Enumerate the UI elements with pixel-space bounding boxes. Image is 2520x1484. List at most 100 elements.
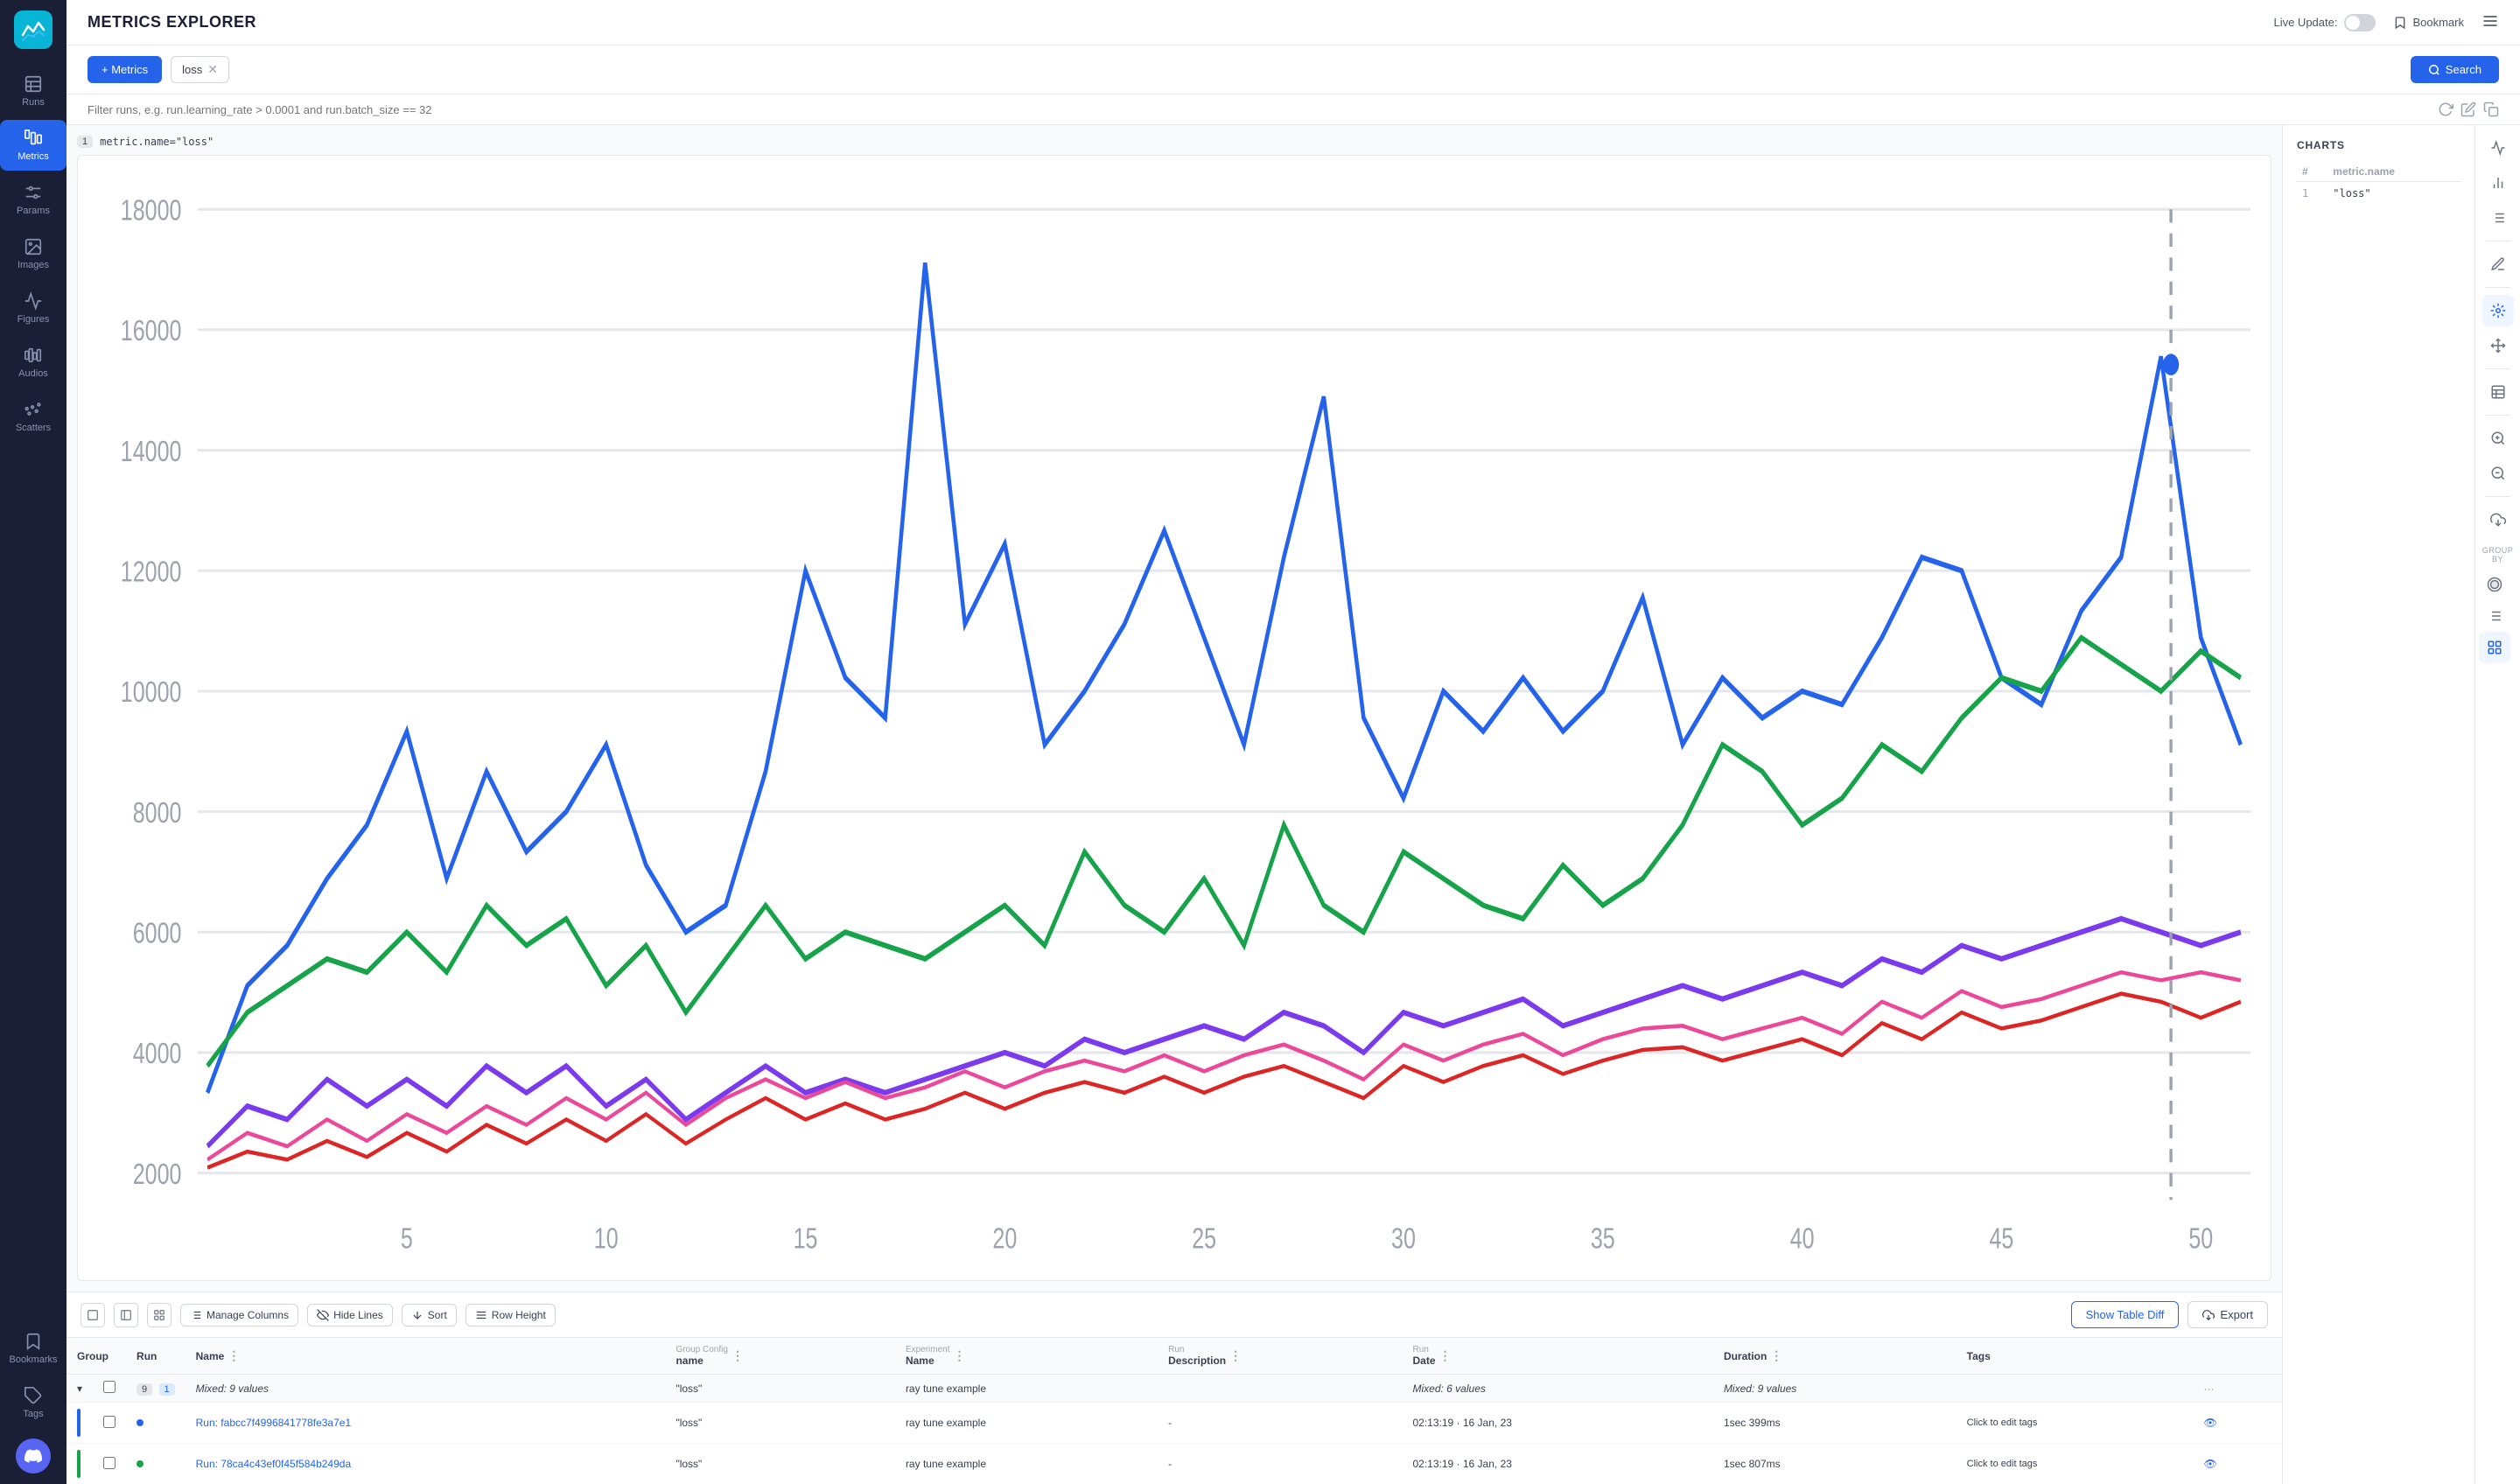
left-panel: 1 metric.name="loss" [66, 125, 2282, 1484]
add-metrics-button[interactable]: + Metrics [88, 56, 162, 83]
chart-header: 1 metric.name="loss" [77, 136, 2272, 148]
download-button[interactable] [2482, 504, 2514, 536]
row-1-eye-icon: 👁 [2203, 1458, 2216, 1470]
charts-col-num: # [2297, 162, 2328, 182]
sidebar-item-bookmarks[interactable]: Bookmarks [2, 1323, 64, 1374]
bookmark-button[interactable]: Bookmark [2393, 16, 2464, 30]
zoom-out-button[interactable] [2482, 458, 2514, 489]
rt-divider-1 [2486, 241, 2510, 242]
chart-container[interactable]: 18000 16000 14000 12000 10000 8000 6000 … [77, 155, 2272, 1281]
table-row: Run: 78ca4c43ef0f45f584b249da "loss" ray… [66, 1444, 2282, 1479]
header-actions: Live Update: Bookmark [2273, 12, 2499, 32]
chart-row-metric: "loss" [2328, 182, 2460, 206]
group-description [1158, 1375, 1402, 1403]
svg-text:4000: 4000 [133, 1038, 182, 1070]
col-group-config-menu[interactable]: ⋮ [732, 1348, 744, 1363]
row-0-eye-icon: 👁 [2203, 1417, 2216, 1429]
sidebar-item-scatters[interactable]: Scatters [0, 391, 66, 442]
search-button[interactable]: Search [2411, 56, 2499, 83]
sidebar-item-images[interactable]: Images [0, 228, 66, 279]
col-run-name: Name ⋮ [186, 1338, 666, 1375]
rt-divider-3 [2486, 368, 2510, 369]
filter-input[interactable] [88, 103, 2429, 116]
col-date-menu[interactable]: ⋮ [1439, 1348, 1452, 1363]
chart-panel: 1 metric.name="loss" [66, 125, 2282, 1292]
refresh-icon[interactable] [2438, 102, 2454, 117]
menu-icon[interactable] [2482, 12, 2499, 32]
scatter-button[interactable] [2482, 295, 2514, 326]
row-height-button[interactable]: Row Height [466, 1304, 556, 1326]
row-0-tags[interactable]: Click to edit tags [1956, 1403, 2194, 1444]
row-1-experiment[interactable]: ray tune example [895, 1444, 1158, 1479]
col-tags: Tags [1956, 1338, 2194, 1375]
chart-num: 1 [77, 136, 93, 148]
sort-button[interactable]: Sort [402, 1304, 457, 1326]
run-link-0[interactable]: Run: fabcc7f4996841778fe3a7e1 [196, 1417, 352, 1429]
row-1-tags[interactable]: Click to edit tags [1956, 1444, 2194, 1479]
group-more[interactable]: ··· [2193, 1375, 2282, 1403]
svg-text:18000: 18000 [121, 194, 182, 227]
chart-bar-button[interactable] [2482, 167, 2514, 199]
manage-columns-button[interactable]: Manage Columns [180, 1304, 298, 1326]
row-checkbox-0[interactable] [103, 1416, 116, 1428]
view-grid-btn[interactable] [147, 1303, 172, 1327]
color-by-button[interactable] [2479, 569, 2510, 600]
group-expand[interactable]: ▾ [66, 1375, 93, 1403]
group-experiment-name[interactable]: ray tune example [895, 1375, 1158, 1403]
remove-loss-tag-icon[interactable]: ✕ [207, 62, 218, 77]
group-config-name: "loss" [665, 1375, 894, 1403]
metrics-toolbar: + Metrics loss ✕ Search [66, 46, 2520, 94]
data-table-container: Group Run Name [66, 1338, 2282, 1478]
sidebar-item-metrics[interactable]: Metrics [0, 120, 66, 171]
data-table: Group Run Name [66, 1338, 2282, 1478]
live-update-control: Live Update: [2273, 14, 2376, 32]
group-checkbox[interactable] [103, 1381, 116, 1393]
svg-text:2000: 2000 [133, 1158, 182, 1190]
filter-bar [66, 94, 2520, 125]
row-0-experiment[interactable]: ray tune example [895, 1403, 1158, 1444]
run-link-1[interactable]: Run: 78ca4c43ef0f45f584b249da [196, 1458, 352, 1470]
row-1-config: "loss" [665, 1444, 894, 1479]
export-button[interactable]: Export [2188, 1301, 2268, 1328]
col-experiment-name-menu[interactable]: ⋮ [954, 1348, 966, 1363]
live-update-toggle[interactable] [2344, 14, 2376, 32]
col-run-name-menu[interactable]: ⋮ [228, 1348, 240, 1363]
chart-list-button[interactable] [2482, 202, 2514, 234]
group-by-list-button[interactable] [2479, 600, 2510, 632]
chart-type-button[interactable] [2482, 132, 2514, 164]
svg-text:40: 40 [1790, 1222, 1815, 1255]
pen-icon-btn[interactable] [2482, 248, 2514, 280]
charts-sidebar-title: CHARTS [2297, 139, 2460, 151]
svg-text:45: 45 [1990, 1222, 2014, 1255]
col-description-menu[interactable]: ⋮ [1229, 1348, 1242, 1363]
view-list-btn[interactable] [80, 1303, 105, 1327]
filter-icons [2438, 102, 2499, 117]
show-table-diff-button[interactable]: Show Table Diff [2071, 1301, 2180, 1328]
svg-text:10000: 10000 [121, 676, 182, 709]
copy-icon[interactable] [2483, 102, 2499, 117]
bottom-table-toolbar: Manage Columns Hide Lines Sort Row Heigh… [66, 1292, 2282, 1338]
sidebar-item-runs[interactable]: Runs [0, 66, 66, 116]
group-duration: Mixed: 9 values [1713, 1375, 1956, 1403]
group-date: Mixed: 6 values [1403, 1375, 1713, 1403]
loss-tag[interactable]: loss ✕ [171, 56, 229, 83]
chart-row-0: 1 "loss" [2297, 182, 2460, 206]
col-duration-menu[interactable]: ⋮ [1770, 1348, 1782, 1363]
view-sidebar-btn[interactable] [114, 1303, 138, 1327]
sidebar-item-audios[interactable]: Audios [0, 337, 66, 388]
row-checkbox-1[interactable] [103, 1457, 116, 1469]
sidebar-item-tags[interactable]: Tags [2, 1377, 64, 1428]
sidebar: Runs Metrics Params Images Figures Audio… [0, 0, 66, 1484]
edit-icon[interactable] [2460, 102, 2476, 117]
move-button[interactable] [2482, 330, 2514, 361]
table-view-button[interactable] [2482, 376, 2514, 408]
sidebar-item-figures[interactable]: Figures [0, 283, 66, 333]
svg-text:15: 15 [794, 1222, 818, 1255]
sidebar-item-params[interactable]: Params [0, 174, 66, 225]
discord-icon[interactable] [16, 1438, 51, 1474]
group-by-grid-button[interactable] [2479, 632, 2510, 663]
col-group: Group [66, 1338, 126, 1375]
hide-lines-button[interactable]: Hide Lines [307, 1304, 393, 1326]
zoom-in-button[interactable] [2482, 423, 2514, 454]
page-title: METRICS EXPLORER [88, 13, 256, 32]
